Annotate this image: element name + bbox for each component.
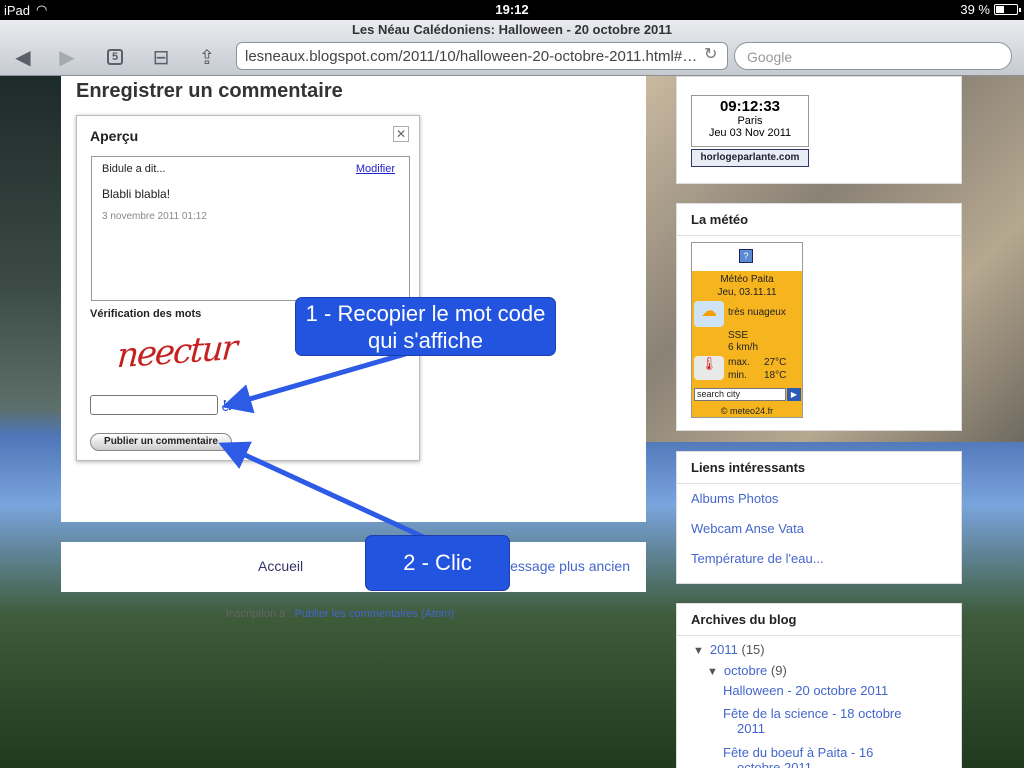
archive-year-label[interactable]: 2011 [710,642,738,657]
meteo-copyright[interactable]: © meteo24.fr [692,406,802,416]
forward-icon[interactable]: ▶ [52,44,82,70]
meteo-wind-speed: 6 km/h [728,342,759,353]
archive-title: Archives du blog [677,604,961,636]
meteo-min-value: 18°C [764,370,787,381]
archive-year-count: (15) [741,642,765,657]
expand-triangle-icon[interactable]: ▼ [707,666,718,678]
links-title: Liens intéressants [677,452,961,484]
atom-feed-link[interactable]: Publier les commentaires (Atom) [294,608,454,620]
meteo-header: ? [692,243,802,271]
meteo-title: La météo [677,204,961,236]
meteo-sky: très nuageux [728,307,786,318]
comment-body: Blabli blabla! [102,187,171,201]
preview-box: Aperçu ✕ Bidule a dit... Modifier Blabli… [76,115,420,461]
reload-icon[interactable]: ↻ [704,44,717,64]
meteo-box: ? Météo Paita Jeu, 03.11.11 ☁ très nuage… [691,242,803,418]
captcha-image: neectur [116,328,269,384]
tabs-button[interactable]: 5 [100,44,130,70]
captcha-text: neectur [115,327,238,377]
archive-year[interactable]: ▼ 2011 (15) [693,642,765,657]
meteo-max-label: max. [728,357,750,368]
cloud-icon: ☁ [694,301,724,327]
comment-preview: Bidule a dit... Modifier Blabli blabla! … [91,156,410,301]
archive-post-boeuf-cont[interactable]: octobre 2011 [737,760,812,768]
archive-month[interactable]: ▼ octobre (9) [707,663,787,678]
preview-title: Aperçu [90,128,139,144]
accessibility-icon[interactable]: ♿ [220,397,233,415]
battery-icon [994,4,1021,15]
clock-logo[interactable]: horlogeparlante.com [691,149,809,167]
meteo-wind-dir: SSE [728,330,749,341]
city-search-input[interactable]: search city [694,388,786,401]
captcha-input[interactable] [90,395,218,415]
home-link[interactable]: Accueil [258,558,303,574]
status-time: 19:12 [495,2,529,17]
archive-post-science[interactable]: Fête de la science - 18 octobre [723,706,902,721]
meteo-max-value: 27°C [764,357,787,368]
tabs-count: 5 [106,49,124,65]
clock-time: 09:12:33 [719,98,781,115]
verification-label: Vérification des mots [90,308,202,320]
clock-widget: 09:12:33 Paris Jeu 03 Nov 2011 horlogepa… [676,76,962,184]
meteo-widget: La météo ? Météo Paita Jeu, 03.11.11 ☁ t… [676,203,962,431]
meteo-place: Météo Paita [720,274,774,285]
meteo-date: Jeu, 03.11.11 [717,287,777,298]
links-widget: Liens intéressants Albums Photos Webcam … [676,451,962,584]
archive-post-science-cont[interactable]: 2011 [737,721,765,736]
share-icon[interactable]: ⇪ [192,44,222,70]
annotation-step1: 1 - Recopier le mot code qui s'affiche [296,298,555,355]
subscribe-prefix: Inscription à : [226,608,292,620]
battery-label: 39 % [960,2,990,17]
browser-toolbar: Les Néau Calédoniens: Halloween - 20 oct… [0,20,1024,76]
close-icon[interactable]: ✕ [393,126,409,142]
older-post-link[interactable]: Message plus ancien [498,558,630,574]
search-input[interactable]: Google [734,42,1012,70]
address-bar[interactable]: lesneaux.blogspot.com/2011/10/halloween-… [236,42,728,70]
search-go-icon[interactable]: ▶ [787,388,801,401]
archive-post-boeuf[interactable]: Fête du boeuf à Paita - 16 [723,745,873,760]
clock-city: Paris [737,115,763,127]
help-icon[interactable]: ? [739,249,753,263]
comment-heading: Enregistrer un commentaire [76,80,343,102]
archive-widget: Archives du blog ▼ 2011 (15) ▼ octobre (9)… [676,603,962,768]
bookmarks-icon[interactable]: ⊟ [146,44,176,70]
edit-link[interactable]: Modifier [356,163,395,175]
publish-button[interactable]: Publier un commentaire [90,433,232,451]
clock-date: Jeu 03 Nov 2011 [708,127,792,139]
link-webcam-anse-vata[interactable]: Webcam Anse Vata [677,514,961,544]
expand-triangle-icon[interactable]: ▼ [693,645,704,657]
back-icon[interactable]: ◀ [8,44,38,70]
pager: Accueil Message plus ancien [61,542,646,592]
archive-month-label[interactable]: octobre [724,663,767,678]
meteo-min-label: min. [728,370,747,381]
page-title: Les Néau Calédoniens: Halloween - 20 oct… [351,22,673,37]
thermometer-icon: 🌡 [694,356,724,380]
link-temperature-eau[interactable]: Température de l'eau... [677,544,961,574]
status-bar: iPad ◠ 19:12 39 % [0,0,1024,20]
annotation-step2: 2 - Clic [366,536,509,590]
archive-post-halloween[interactable]: Halloween - 20 octobre 2011 [723,683,888,698]
archive-month-count: (9) [770,663,787,678]
comment-author: Bidule a dit... [102,163,166,175]
clock-display: 09:12:33 Paris Jeu 03 Nov 2011 [691,95,809,147]
link-albums-photos[interactable]: Albums Photos [677,484,961,514]
battery-fill [996,6,1004,13]
comment-date: 3 novembre 2011 01:12 [102,211,207,222]
subscribe-line: Inscription à : Publier les commentaires… [226,608,454,620]
